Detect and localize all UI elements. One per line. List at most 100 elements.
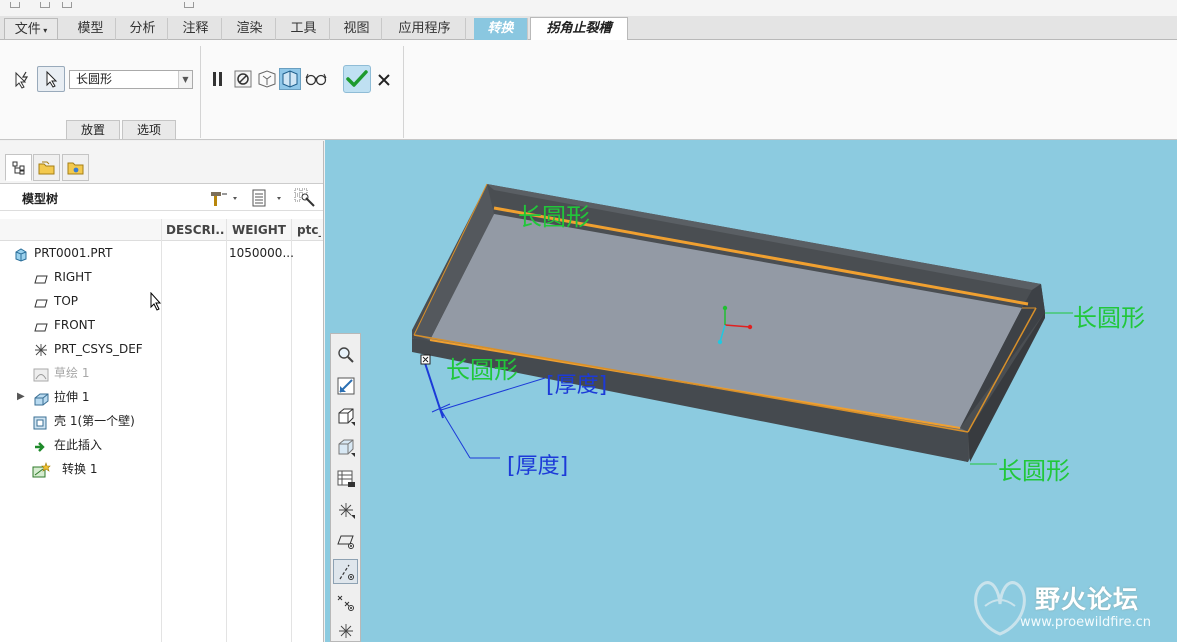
tab-options[interactable]: 选项 — [122, 120, 176, 139]
part-geometry[interactable] — [325, 140, 1177, 642]
tree-row-sketch[interactable]: 草绘 1 — [0, 361, 322, 385]
tab-applications[interactable]: 应用程序 — [384, 18, 466, 40]
tree-settings-button[interactable] — [206, 188, 242, 208]
pause-icon — [213, 72, 222, 86]
hammer-icon — [211, 192, 237, 206]
sketch-icon — [33, 366, 49, 382]
tab-file[interactable]: 文件 ▾ — [4, 18, 58, 40]
pause-button[interactable] — [208, 68, 228, 90]
plane-display-icon[interactable] — [333, 528, 358, 553]
refit-icon[interactable] — [333, 373, 358, 398]
new-file-icon[interactable] — [10, 2, 20, 8]
smart-select-icon[interactable] — [10, 68, 34, 92]
undo-icon[interactable] — [184, 2, 194, 8]
ribbon-tab-bar: 文件 ▾ 模型 分析 注释 渲染 工具 视图 应用程序 转换 拐角止裂槽 — [0, 16, 1177, 41]
favorites-tab[interactable] — [62, 154, 89, 181]
model-tree-tab[interactable] — [5, 154, 32, 181]
separate-preview-icon — [258, 70, 276, 88]
part-icon — [14, 246, 28, 262]
thickness-dimension-upper[interactable]: [厚度] — [546, 367, 607, 399]
tab-model[interactable]: 模型 — [66, 18, 116, 40]
relief-label-front-right[interactable]: 长圆形 — [998, 451, 1070, 486]
tab-corner-relief[interactable]: 拐角止裂槽 — [530, 17, 628, 41]
model-tree-icon — [12, 161, 24, 174]
favorites-folder-icon — [67, 162, 83, 174]
shell-icon — [33, 414, 47, 430]
tab-analysis[interactable]: 分析 — [118, 18, 168, 40]
cancel-button[interactable] — [375, 70, 393, 90]
tree-item-label: FRONT — [54, 318, 95, 332]
list-icon — [252, 189, 281, 207]
forum-logo-icon — [974, 581, 1026, 636]
convert-icon — [32, 462, 52, 478]
tree-row-csys[interactable]: PRT_CSYS_DEF — [0, 337, 322, 361]
relief-type-value: 长圆形 — [76, 72, 113, 86]
relief-label-front-left[interactable]: 长圆形 — [446, 350, 518, 385]
zoom-icon[interactable] — [333, 342, 358, 367]
tree-row-extrude[interactable]: ▶ 拉伸 1 — [0, 385, 322, 409]
graphics-toolbar — [330, 333, 361, 642]
geometry-preview-button[interactable] — [279, 68, 301, 90]
tree-row-right[interactable]: RIGHT — [0, 265, 322, 289]
axis-display-icon[interactable] — [333, 559, 358, 584]
tab-convert[interactable]: 转换 — [474, 18, 528, 40]
root-weight-value: 1050000... — [229, 246, 294, 260]
tab-annotate[interactable]: 注释 — [170, 18, 222, 40]
tree-row-root[interactable]: PRT0001.PRT 1050000... — [0, 241, 322, 265]
open-file-icon[interactable] — [40, 2, 50, 8]
datum-plane-icon — [34, 294, 48, 308]
tree-row-shell[interactable]: 壳 1(第一个壁) — [0, 409, 322, 433]
quick-access-toolbar — [0, 0, 1177, 16]
watermark-title: 野火论坛 — [1035, 585, 1140, 614]
extrude-icon — [33, 390, 49, 406]
relief-label-right[interactable]: 长圆形 — [1073, 298, 1145, 333]
tab-placement[interactable]: 放置 — [66, 120, 120, 139]
save-icon[interactable] — [62, 2, 72, 8]
display-style-icon[interactable] — [333, 435, 358, 460]
tab-tools[interactable]: 工具 — [278, 18, 330, 40]
column-header-weight[interactable]: WEIGHT — [232, 223, 290, 237]
folder-browser-tab[interactable] — [33, 154, 60, 181]
navigator-panel: 模型树 DESCRI... WEIGHT ptc_ PRT0001.PRT — [0, 141, 324, 642]
csys-icon — [32, 342, 50, 356]
ok-button[interactable] — [343, 65, 371, 93]
csys-display-icon[interactable] — [333, 618, 358, 642]
datum-display-icon[interactable] — [333, 497, 358, 522]
graphics-viewport[interactable] — [325, 140, 1177, 642]
select-tool-button[interactable] — [37, 66, 65, 92]
tab-render[interactable]: 渲染 — [224, 18, 276, 40]
relief-type-select[interactable]: 长圆形 ▼ — [69, 70, 193, 89]
ribbon-panel: 长圆形 ▼ 放置 选项 — [0, 40, 1177, 140]
tree-row-insert-here[interactable]: 在此插入 — [0, 433, 322, 457]
verify-mode-button[interactable] — [304, 68, 328, 90]
model-tree-header: 模型树 — [0, 183, 323, 211]
no-preview-button[interactable] — [232, 68, 254, 90]
tree-row-front[interactable]: FRONT — [0, 313, 322, 337]
folder-icon — [38, 161, 54, 174]
show-options-button[interactable] — [248, 188, 286, 208]
relief-label-back-left[interactable]: 长圆形 — [518, 197, 590, 232]
expand-arrow-icon[interactable]: ▶ — [17, 390, 27, 404]
tree-item-label: 壳 1(第一个壁) — [54, 414, 135, 428]
chevron-down-icon[interactable]: ▼ — [178, 71, 192, 88]
view-manager-icon[interactable] — [333, 466, 358, 491]
tree-row-convert[interactable]: 转换 1 — [0, 457, 322, 481]
creo-window: 文件 ▾ 模型 分析 注释 渲染 工具 视图 应用程序 转换 拐角止裂槽 长圆形… — [0, 0, 1177, 642]
filter-button[interactable] — [292, 188, 318, 208]
insert-here-icon — [33, 438, 47, 452]
column-header-description[interactable]: DESCRI... — [166, 223, 224, 237]
cursor-arrow-icon — [46, 70, 58, 88]
saved-views-icon[interactable] — [333, 404, 358, 429]
tree-item-label: RIGHT — [54, 270, 92, 284]
thickness-dimension-lower[interactable]: [厚度] — [507, 448, 568, 480]
column-header-ptc[interactable]: ptc_ — [297, 223, 321, 237]
tree-filter-icon — [294, 188, 315, 207]
tree-item-label: PRT0001.PRT — [34, 246, 113, 260]
tab-view[interactable]: 视图 — [332, 18, 382, 40]
point-display-icon[interactable] — [333, 590, 358, 615]
tree-item-label: PRT_CSYS_DEF — [54, 342, 143, 356]
separate-preview-button[interactable] — [256, 68, 278, 90]
tree-item-label: TOP — [54, 294, 79, 308]
no-preview-icon — [234, 70, 252, 88]
check-icon — [346, 70, 368, 87]
